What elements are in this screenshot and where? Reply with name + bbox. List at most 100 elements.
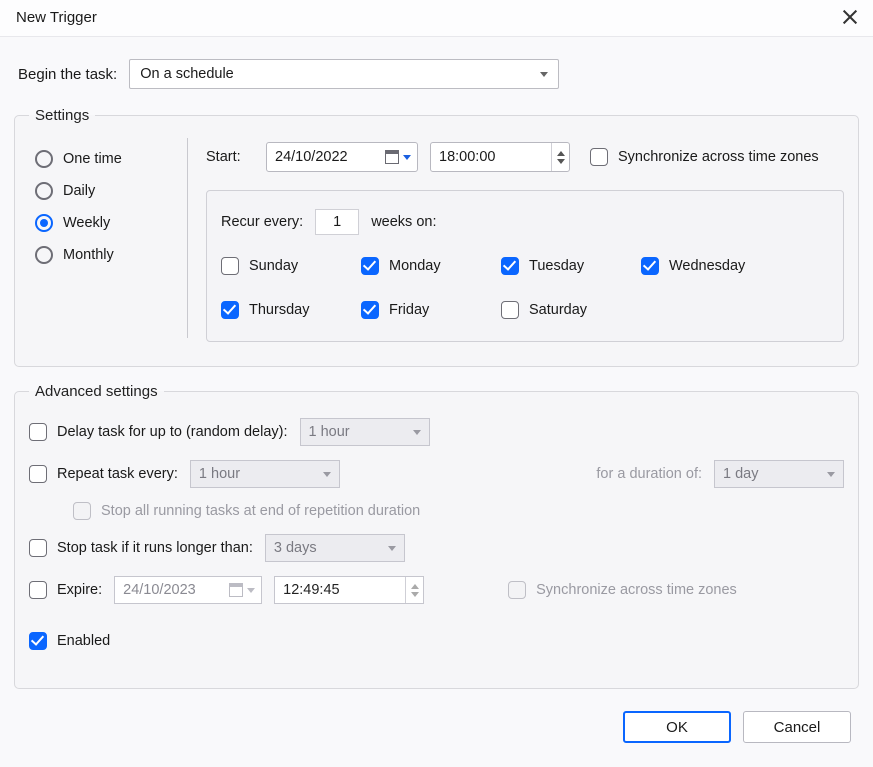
spin-down-icon: [557, 159, 565, 164]
enabled-label: Enabled: [57, 633, 110, 649]
stop-all-checkbox: Stop all running tasks at end of repetit…: [73, 502, 420, 520]
repeat-label: Repeat task every:: [57, 466, 178, 482]
vertical-separator: [187, 138, 188, 338]
start-date-input[interactable]: 24/10/2022: [266, 142, 418, 172]
checkbox-icon: [361, 257, 379, 275]
window-title: New Trigger: [16, 9, 97, 26]
dialog-buttons: OK Cancel: [12, 705, 861, 755]
advanced-legend: Advanced settings: [29, 383, 164, 400]
ok-label: OK: [666, 719, 688, 736]
spin-down-icon: [411, 592, 419, 597]
begin-task-label: Begin the task:: [18, 66, 117, 83]
radio-icon: [35, 214, 53, 232]
sync-tz-label: Synchronize across time zones: [618, 149, 819, 165]
expire-date-input[interactable]: 24/10/2023: [114, 576, 262, 604]
freq-one-time[interactable]: One time: [35, 150, 169, 168]
cancel-button[interactable]: Cancel: [743, 711, 851, 743]
duration-value: 1 day: [723, 466, 758, 482]
day-label: Sunday: [249, 258, 298, 274]
day-friday[interactable]: Friday: [361, 301, 471, 319]
close-icon[interactable]: [841, 8, 859, 26]
expire-time-input[interactable]: 12:49:45: [274, 576, 424, 604]
day-label: Wednesday: [669, 258, 745, 274]
recur-interval-value: 1: [333, 214, 341, 230]
calendar-icon: [229, 583, 243, 597]
day-monday[interactable]: Monday: [361, 257, 471, 275]
spin-up-icon: [557, 151, 565, 156]
checkbox-icon: [29, 581, 47, 599]
time-spinner[interactable]: [551, 143, 569, 171]
start-label: Start:: [206, 149, 254, 165]
checkbox-icon: [29, 632, 47, 650]
begin-task-row: Begin the task: On a schedule: [18, 59, 857, 89]
cancel-label: Cancel: [774, 719, 821, 736]
expire-date-value: 24/10/2023: [115, 582, 229, 598]
duration-label: for a duration of:: [596, 466, 702, 482]
day-label: Saturday: [529, 302, 587, 318]
settings-legend: Settings: [29, 107, 95, 124]
day-wednesday[interactable]: Wednesday: [641, 257, 751, 275]
chevron-down-icon: [247, 588, 255, 593]
checkbox-icon: [590, 148, 608, 166]
stop-value: 3 days: [274, 540, 317, 556]
freq-daily[interactable]: Daily: [35, 182, 169, 200]
checkbox-icon: [29, 539, 47, 557]
checkbox-icon: [508, 581, 526, 599]
chevron-down-icon: [540, 72, 548, 77]
radio-icon: [35, 150, 53, 168]
freq-weekly[interactable]: Weekly: [35, 214, 169, 232]
enabled-checkbox[interactable]: Enabled: [29, 632, 110, 650]
checkbox-icon: [501, 301, 519, 319]
delay-combo[interactable]: 1 hour: [300, 418, 430, 446]
time-spinner[interactable]: [405, 577, 423, 603]
stop-combo[interactable]: 3 days: [265, 534, 405, 562]
delay-checkbox[interactable]: Delay task for up to (random delay):: [29, 423, 288, 441]
day-label: Monday: [389, 258, 441, 274]
stop-checkbox[interactable]: Stop task if it runs longer than:: [29, 539, 253, 557]
start-date-value: 24/10/2022: [267, 149, 385, 165]
radio-icon: [35, 182, 53, 200]
freq-monthly[interactable]: Monthly: [35, 246, 169, 264]
expire-checkbox[interactable]: Expire:: [29, 581, 102, 599]
chevron-down-icon: [827, 472, 835, 477]
spin-up-icon: [411, 584, 419, 589]
settings-group: Settings One time Daily Weekly Mon: [14, 107, 859, 367]
checkbox-icon: [361, 301, 379, 319]
start-time-input[interactable]: 18:00:00: [430, 142, 570, 172]
chevron-down-icon: [388, 546, 396, 551]
repeat-combo[interactable]: 1 hour: [190, 460, 340, 488]
freq-label: One time: [63, 151, 122, 167]
start-time-value: 18:00:00: [431, 149, 551, 165]
calendar-icon: [385, 150, 399, 164]
checkbox-icon: [221, 301, 239, 319]
expire-sync-label: Synchronize across time zones: [536, 582, 737, 598]
radio-icon: [35, 246, 53, 264]
day-thursday[interactable]: Thursday: [221, 301, 331, 319]
checkbox-icon: [501, 257, 519, 275]
checkbox-icon: [73, 502, 91, 520]
checkbox-icon: [221, 257, 239, 275]
recur-prefix: Recur every:: [221, 214, 303, 230]
stop-all-label: Stop all running tasks at end of repetit…: [101, 503, 420, 519]
titlebar: New Trigger: [0, 0, 873, 37]
duration-combo[interactable]: 1 day: [714, 460, 844, 488]
chevron-down-icon: [413, 430, 421, 435]
recur-interval-input[interactable]: 1: [315, 209, 359, 235]
sync-tz-checkbox[interactable]: Synchronize across time zones: [590, 148, 819, 166]
recur-panel: Recur every: 1 weeks on: Sunday: [206, 190, 844, 342]
ok-button[interactable]: OK: [623, 711, 731, 743]
repeat-value: 1 hour: [199, 466, 240, 482]
begin-task-value: On a schedule: [140, 66, 234, 82]
expire-sync-checkbox: Synchronize across time zones: [508, 581, 737, 599]
recur-suffix: weeks on:: [371, 214, 436, 230]
freq-label: Monthly: [63, 247, 114, 263]
delay-value: 1 hour: [309, 424, 350, 440]
freq-label: Daily: [63, 183, 95, 199]
repeat-checkbox[interactable]: Repeat task every:: [29, 465, 178, 483]
day-tuesday[interactable]: Tuesday: [501, 257, 611, 275]
begin-task-select[interactable]: On a schedule: [129, 59, 559, 89]
day-sunday[interactable]: Sunday: [221, 257, 331, 275]
day-saturday[interactable]: Saturday: [501, 301, 611, 319]
day-label: Friday: [389, 302, 429, 318]
stop-label: Stop task if it runs longer than:: [57, 540, 253, 556]
